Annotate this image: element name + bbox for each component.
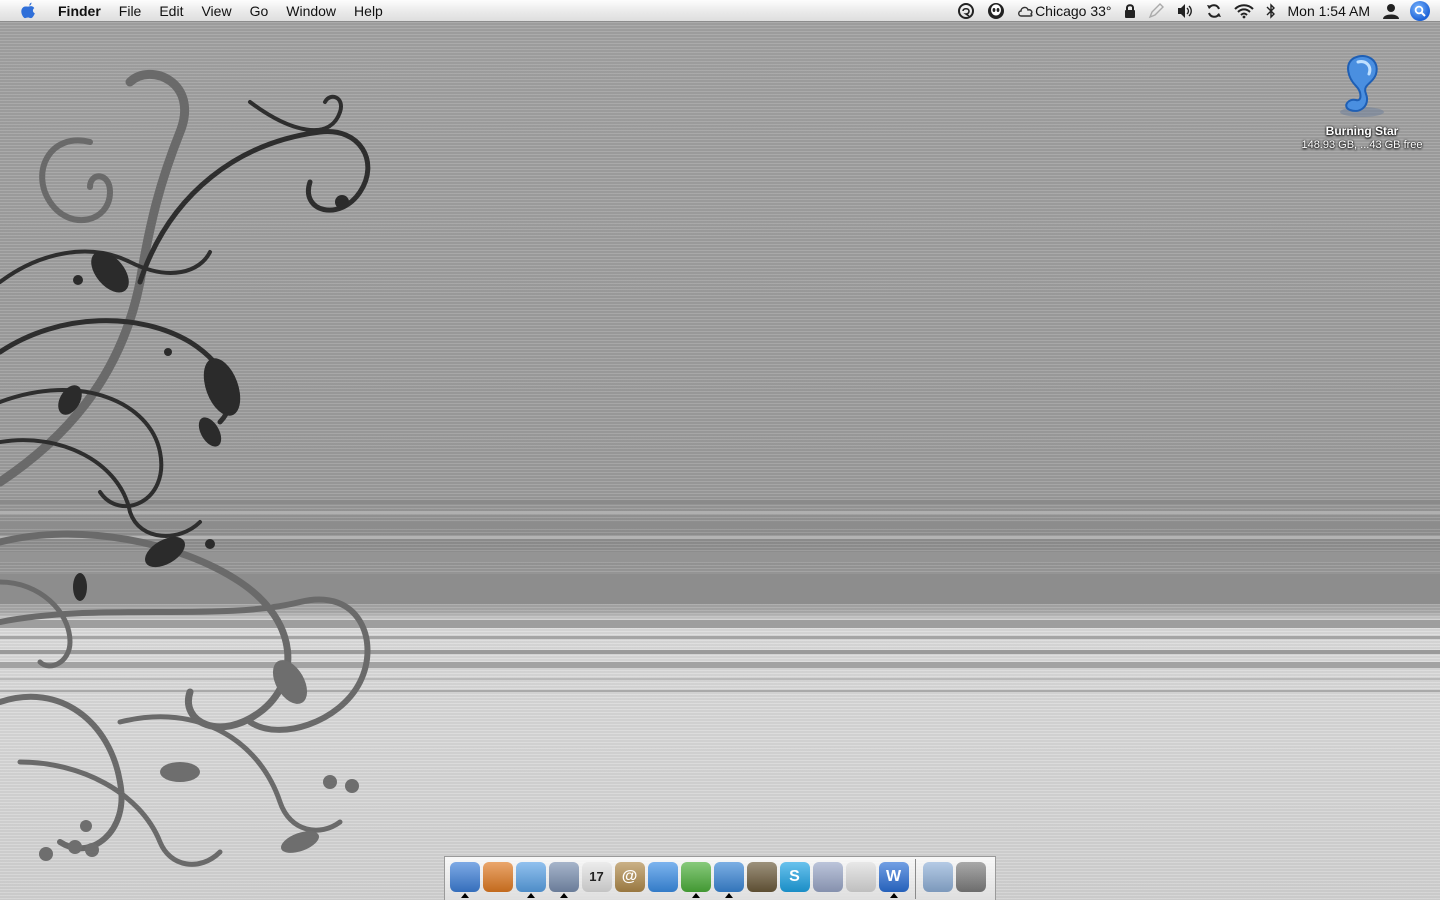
itunes-icon[interactable] xyxy=(713,861,744,898)
package-icon[interactable] xyxy=(812,861,843,896)
quicksilver-icon[interactable] xyxy=(957,0,975,22)
menu-finder[interactable]: Finder xyxy=(51,0,110,22)
running-indicator xyxy=(461,892,469,898)
volcano-tile xyxy=(482,861,513,892)
finder-tile xyxy=(449,861,480,892)
finder-icon[interactable] xyxy=(449,861,480,898)
dock: 17 @ S W xyxy=(444,856,996,900)
clock[interactable]: Mon 1:54 AM xyxy=(1288,0,1371,22)
safari-tile xyxy=(515,861,546,892)
alien-status-icon[interactable] xyxy=(987,0,1005,22)
ink-pen-icon[interactable] xyxy=(1148,0,1164,22)
disk-name: Burning Star xyxy=(1325,124,1399,138)
weather-text: Chicago 33° xyxy=(1035,3,1112,19)
cloud-icon xyxy=(1018,6,1033,17)
w-app-tile: W xyxy=(878,861,909,892)
weather-status[interactable]: Chicago 33° xyxy=(1017,0,1112,22)
user-icon[interactable] xyxy=(1382,0,1400,22)
menu-bar: Finder File Edit View Go Window Help Chi… xyxy=(0,0,1440,22)
applications-folder-tile xyxy=(922,861,953,892)
sync-icon[interactable] xyxy=(1206,0,1222,22)
menu-window[interactable]: Window xyxy=(277,0,345,22)
spotlight-search-icon[interactable] xyxy=(1410,1,1430,21)
running-indicator xyxy=(560,892,568,898)
drive-icon xyxy=(1332,52,1392,118)
mail-icon[interactable] xyxy=(548,861,579,898)
safari-icon[interactable] xyxy=(515,861,546,898)
trash-tile xyxy=(955,861,986,892)
iphoto-icon[interactable] xyxy=(746,861,777,896)
trash-icon[interactable] xyxy=(955,861,986,896)
ical-icon[interactable]: 17 xyxy=(581,861,612,896)
package-tile xyxy=(812,861,843,892)
menu-help[interactable]: Help xyxy=(345,0,392,22)
ical-tile: 17 xyxy=(581,861,612,892)
w-app-icon[interactable]: W xyxy=(878,861,909,898)
running-indicator xyxy=(890,892,898,898)
skype-icon[interactable]: S xyxy=(779,861,810,896)
adium-tile xyxy=(680,861,711,892)
apple-logo-icon[interactable] xyxy=(19,2,37,20)
address-book-tile: @ xyxy=(614,861,645,892)
menu-view[interactable]: View xyxy=(192,0,240,22)
iphoto-tile xyxy=(746,861,777,892)
ichat-tile xyxy=(647,861,678,892)
volume-icon[interactable] xyxy=(1176,0,1194,22)
volcano-icon[interactable] xyxy=(482,861,513,896)
desktop-background: Burning Star 148.93 GB, ...43 GB free xyxy=(0,22,1440,900)
dock-apps: 17 @ S W xyxy=(449,861,911,898)
menu-edit[interactable]: Edit xyxy=(150,0,192,22)
running-indicator xyxy=(725,892,733,898)
menu-file[interactable]: File xyxy=(110,0,151,22)
desktop-disk-burning-star[interactable]: Burning Star 148.93 GB, ...43 GB free xyxy=(1296,52,1428,151)
apple-tile xyxy=(845,861,876,892)
running-indicator xyxy=(692,892,700,898)
skype-tile: S xyxy=(779,861,810,892)
menu-extras: Chicago 33° Mon 1:54 AM xyxy=(951,0,1440,22)
bluetooth-icon[interactable] xyxy=(1266,0,1276,22)
apple-icon[interactable] xyxy=(845,861,876,896)
menu-go[interactable]: Go xyxy=(241,0,278,22)
mail-tile xyxy=(548,861,579,892)
wifi-icon[interactable] xyxy=(1233,0,1254,22)
dock-docs xyxy=(922,861,988,896)
adium-icon[interactable] xyxy=(680,861,711,898)
lock-icon[interactable] xyxy=(1124,0,1136,22)
running-indicator xyxy=(527,892,535,898)
floral-swirl-decoration xyxy=(0,69,371,867)
disk-info: 148.93 GB, ...43 GB free xyxy=(1301,139,1423,151)
applications-folder-icon[interactable] xyxy=(922,861,953,896)
ichat-icon[interactable] xyxy=(647,861,678,896)
dock-separator xyxy=(915,858,916,899)
itunes-tile xyxy=(713,861,744,892)
address-book-icon[interactable]: @ xyxy=(614,861,645,896)
